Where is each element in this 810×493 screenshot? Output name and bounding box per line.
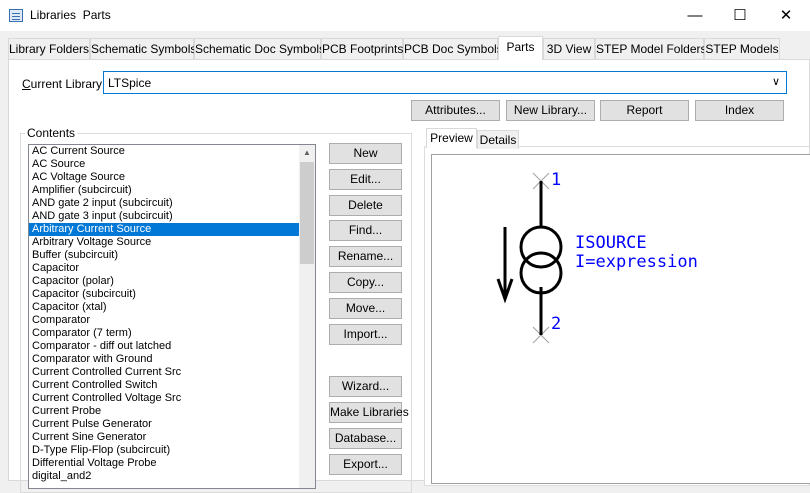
tab-preview[interactable]: Preview [426,128,477,148]
tab-details[interactable]: Details [477,130,519,149]
tab-step-model-folders[interactable]: STEP Model Folders [595,38,707,59]
new-library-button[interactable]: New Library... [506,100,595,121]
make-libraries-button[interactable]: Make Libraries [329,402,409,423]
list-item[interactable]: Capacitor (xtal) [29,301,315,314]
list-item[interactable]: Current Controlled Switch [29,379,315,392]
close-icon: ✕ [779,7,793,24]
isource-symbol: 1 2 ISOURCE I=expression [496,170,698,344]
report-button[interactable]: Report [600,100,689,121]
list-item[interactable]: AND gate 2 input (subcircuit) [29,197,315,210]
list-item[interactable]: AC Voltage Source [29,171,315,184]
list-item[interactable]: Buffer (subcircuit) [29,249,315,262]
index-button[interactable]: Index [695,100,784,121]
tab-pcb-doc-symbols[interactable]: PCB Doc Symbols [403,38,503,59]
maximize-button[interactable]: ☐ [717,0,763,31]
attributes-button[interactable]: Attributes... [411,100,500,121]
parts-list[interactable]: AC Current Source AC Source AC Voltage Sou… [28,144,316,489]
new-button[interactable]: New [329,143,402,164]
import-button[interactable]: Import... [329,324,402,345]
symbol-value-label: I=expression [575,252,698,272]
list-item[interactable]: Comparator with Ground [29,353,315,366]
list-item[interactable]: Comparator - diff out latched [29,340,315,353]
list-item[interactable]: AC Source [29,158,315,171]
rename-button[interactable]: Rename... [329,246,402,267]
delete-button[interactable]: Delete [329,195,402,216]
list-item[interactable]: AC Current Source [29,145,315,158]
parts-list-items: AC Current Source AC Source AC Voltage Sou… [29,145,315,483]
symbol-name-label: ISOURCE [575,233,647,253]
list-item[interactable]: D-Type Flip-Flop (subcircuit) [29,444,315,457]
list-item[interactable]: AND gate 3 input (subcircuit) [29,210,315,223]
list-item[interactable]: digital_and2 [29,470,315,483]
list-item[interactable]: Current Sine Generator [29,431,315,444]
current-library-combo[interactable]: LTSpice ∨ [103,71,787,94]
list-item[interactable]: Current Probe [29,405,315,418]
library-app-icon [9,9,23,22]
pin2-number: 2 [551,314,561,334]
tab-schematic-symbols[interactable]: Schematic Symbols [90,38,196,59]
current-library-label: Current Library: [22,77,106,91]
list-item[interactable]: Amplifier (subcircuit) [29,184,315,197]
tab-schematic-doc-symbols[interactable]: Schematic Doc Symbols [194,38,325,59]
contents-legend: Contents [25,126,78,140]
window-title: Libraries Parts [30,8,111,22]
list-item[interactable]: Differential Voltage Probe [29,457,315,470]
symbol-preview-canvas: 1 2 ISOURCE I=expression [431,154,810,484]
tab-step-models[interactable]: STEP Models [704,38,780,59]
list-item[interactable]: Comparator (7 term) [29,327,315,340]
find-button[interactable]: Find... [329,220,402,241]
database-button[interactable]: Database... [329,428,402,449]
move-button[interactable]: Move... [329,298,402,319]
list-item[interactable]: Capacitor [29,262,315,275]
edit-button[interactable]: Edit... [329,169,402,190]
tab-pcb-footprints[interactable]: PCB Footprints [321,38,403,59]
scroll-up-icon[interactable]: ▲ [299,145,315,161]
source-circle-top [519,225,563,269]
export-button[interactable]: Export... [329,454,402,475]
scroll-thumb[interactable] [300,162,314,264]
tab-parts[interactable]: Parts [498,36,543,60]
minimize-button[interactable]: — [672,0,718,31]
tab-library-folders[interactable]: Library Folders [8,38,90,59]
copy-button[interactable]: Copy... [329,272,402,293]
minimize-icon: — [687,7,703,24]
wizard-button[interactable]: Wizard... [329,376,402,397]
current-library-value: LTSpice [108,76,152,90]
list-item[interactable]: Arbitrary Voltage Source [29,236,315,249]
list-scrollbar[interactable]: ▲ [299,145,315,488]
list-item[interactable]: Current Pulse Generator [29,418,315,431]
list-item[interactable]: Capacitor (subcircuit) [29,288,315,301]
pin1-number: 1 [551,170,561,190]
list-item[interactable]: Comparator [29,314,315,327]
list-item[interactable]: Capacitor (polar) [29,275,315,288]
list-item[interactable]: Arbitrary Current Source [29,223,315,236]
list-item[interactable]: Current Controlled Current Src [29,366,315,379]
list-item[interactable]: Current Controlled Voltage Src [29,392,315,405]
close-button[interactable]: ✕ [763,0,809,31]
title-bar: Libraries Parts — ☐ ✕ [0,0,810,31]
chevron-down-icon: ∨ [771,76,780,88]
tab-3d-view[interactable]: 3D View [543,38,595,59]
maximize-icon: ☐ [733,7,747,24]
